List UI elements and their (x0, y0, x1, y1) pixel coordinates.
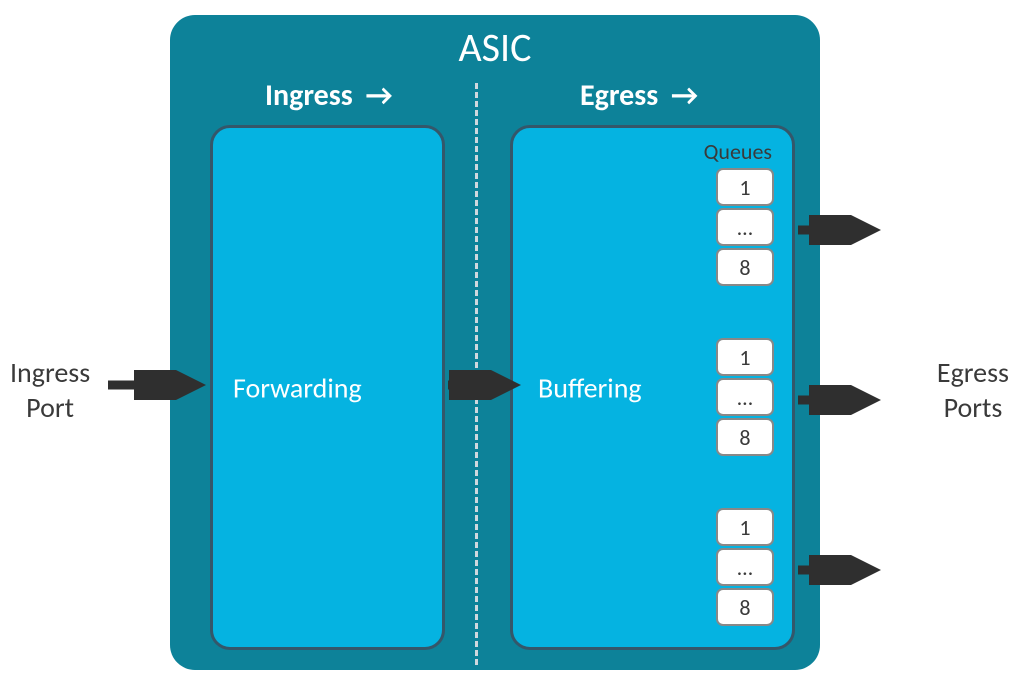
asic-container: ASIC Ingress → Egress → Forwarding Buffe… (170, 15, 820, 670)
queue-group: 1 … 8 (716, 338, 774, 458)
arrow-egress-icon (798, 215, 888, 245)
queue-item: 8 (716, 588, 774, 626)
arrow-egress-icon (798, 555, 888, 585)
arrow-egress-icon (798, 385, 888, 415)
forwarding-box: Forwarding (210, 125, 445, 650)
arrow-right-icon: → (671, 77, 698, 114)
queue-item: … (716, 208, 774, 246)
queue-item: 1 (716, 338, 774, 376)
queue-group: 1 … 8 (716, 508, 774, 628)
buffering-label: Buffering (538, 370, 642, 405)
queue-item: 1 (716, 168, 774, 206)
egress-stage-label: Egress → (580, 77, 698, 114)
arrow-right-icon: → (365, 77, 392, 114)
queue-item: 8 (716, 418, 774, 456)
asic-title: ASIC (170, 23, 820, 72)
queue-item: … (716, 378, 774, 416)
queues-label: Queues (704, 138, 772, 165)
ingress-stage-label: Ingress → (265, 77, 393, 114)
arrow-ingress-icon (108, 370, 208, 400)
arrow-forward-to-buffer-icon (448, 370, 528, 400)
forwarding-label: Forwarding (233, 370, 362, 405)
ingress-text: Ingress (265, 77, 353, 114)
queue-item: 1 (716, 508, 774, 546)
ingress-port-label: IngressPort (10, 355, 90, 425)
egress-ports-label: EgressPorts (937, 355, 1009, 425)
queue-item: 8 (716, 248, 774, 286)
queue-item: … (716, 548, 774, 586)
egress-text: Egress (580, 77, 658, 114)
queue-group: 1 … 8 (716, 168, 774, 288)
buffering-box: Buffering Queues 1 … 8 1 … 8 1 … 8 (510, 125, 795, 650)
